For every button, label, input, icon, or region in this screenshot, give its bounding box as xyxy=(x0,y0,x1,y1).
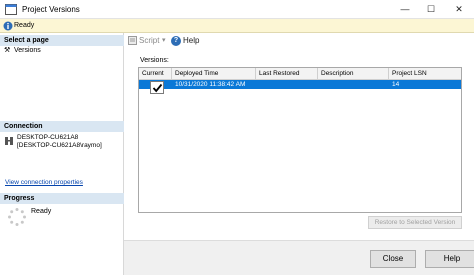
maximize-button[interactable]: ☐ xyxy=(418,0,444,19)
column-current[interactable]: Current xyxy=(139,68,172,80)
dialog-footer: Close Help xyxy=(124,240,474,275)
status-bar: Ready xyxy=(0,19,474,33)
help-icon[interactable]: ? xyxy=(171,36,181,46)
script-icon xyxy=(128,36,137,45)
column-description[interactable]: Description xyxy=(318,68,389,80)
select-page-header: Select a page xyxy=(0,35,124,46)
progress-spinner-icon xyxy=(8,208,26,226)
progress-header: Progress xyxy=(0,193,124,204)
wrench-icon: ⚒ xyxy=(4,47,11,54)
script-dropdown-arrow[interactable]: ▾ xyxy=(162,36,166,44)
status-text: Ready xyxy=(14,22,35,29)
help-toolbar-button[interactable]: Help xyxy=(183,36,199,45)
checkmark-icon xyxy=(152,83,163,93)
page-item-versions[interactable]: ⚒ Versions xyxy=(4,46,41,54)
left-pane: Select a page ⚒ Versions Connection DESK… xyxy=(0,33,124,275)
versions-grid[interactable]: Current Deployed Time Last Restored Desc… xyxy=(138,67,462,213)
deployed-time-cell: 10/31/2020 11:38:42 AM xyxy=(175,81,246,88)
page-item-label: Versions xyxy=(13,47,41,54)
restore-to-selected-version-button[interactable]: Restore to Selected Version xyxy=(368,216,462,229)
grid-header: Current Deployed Time Last Restored Desc… xyxy=(139,68,461,80)
view-connection-properties-link[interactable]: View connection properties xyxy=(5,179,83,186)
app-icon xyxy=(5,4,17,15)
info-icon xyxy=(3,21,13,31)
column-deployed-time[interactable]: Deployed Time xyxy=(172,68,256,80)
server-connection-icon xyxy=(5,137,13,145)
project-lsn-cell: 14 xyxy=(392,81,400,88)
versions-label: Versions: xyxy=(140,57,169,64)
title-bar: Project Versions — ☐ ✕ xyxy=(0,0,474,19)
script-button[interactable]: Script xyxy=(139,36,159,45)
connection-user: [DESKTOP-CU621A8\raymo] xyxy=(17,142,102,149)
connection-info: DESKTOP-CU621A8 [DESKTOP-CU621A8\raymo] xyxy=(17,134,102,150)
help-button[interactable]: Help xyxy=(425,250,474,268)
close-button[interactable]: Close xyxy=(370,250,416,268)
close-window-button[interactable]: ✕ xyxy=(446,0,472,19)
connection-header: Connection xyxy=(0,121,124,132)
column-last-restored[interactable]: Last Restored xyxy=(256,68,318,80)
column-project-lsn[interactable]: Project LSN xyxy=(389,68,461,80)
connection-server: DESKTOP-CU621A8 xyxy=(17,134,79,141)
table-row[interactable]: 10/31/2020 11:38:42 AM 14 xyxy=(139,80,461,89)
minimize-button[interactable]: — xyxy=(392,0,418,19)
current-checkbox[interactable] xyxy=(150,81,164,94)
progress-status: Ready xyxy=(31,208,52,215)
window-title: Project Versions xyxy=(22,5,80,14)
